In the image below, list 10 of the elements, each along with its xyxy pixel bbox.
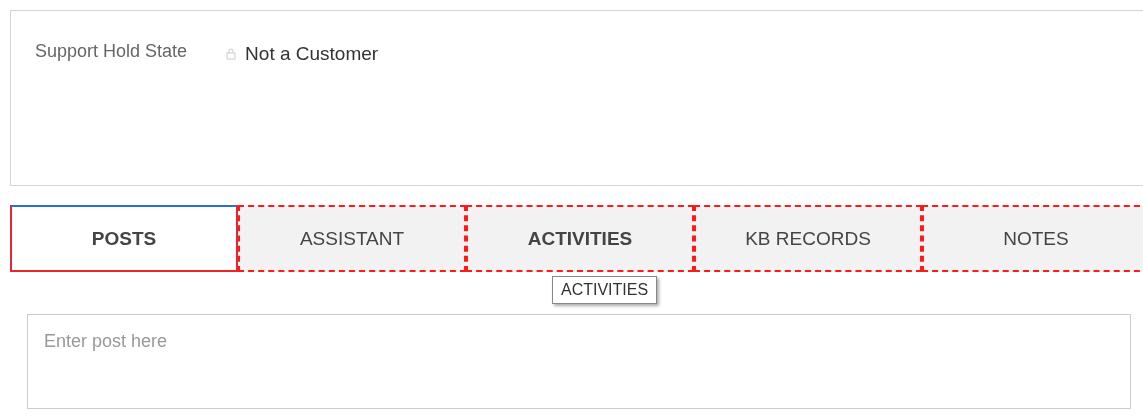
tab[interactable]: NOTES bbox=[922, 205, 1143, 272]
tab[interactable]: KB RECORDS bbox=[694, 205, 922, 272]
field-label: Support Hold State bbox=[35, 41, 188, 62]
tab[interactable]: POSTS bbox=[10, 205, 238, 272]
tab[interactable]: ASSISTANT bbox=[238, 205, 466, 272]
post-input[interactable]: Enter post here bbox=[27, 314, 1131, 409]
lock-icon bbox=[225, 48, 238, 60]
tab[interactable]: ACTIVITIES bbox=[466, 205, 694, 272]
field-value: Not a Customer bbox=[245, 43, 379, 65]
tooltip: ACTIVITIES bbox=[552, 276, 658, 304]
